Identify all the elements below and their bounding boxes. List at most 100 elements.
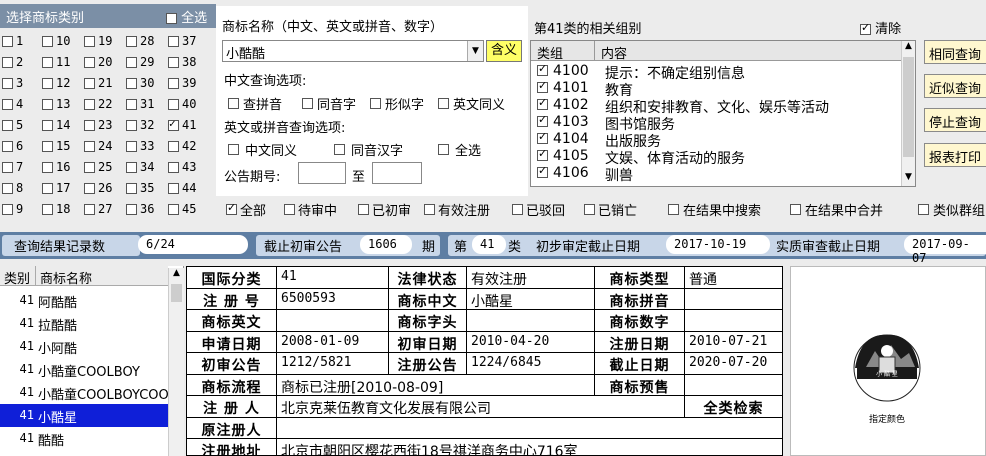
group-row-checkbox[interactable] — [537, 164, 548, 178]
status-filter-checkbox[interactable]: 有效注册 — [424, 200, 490, 219]
group-row[interactable]: 4100提示：不确定组别信息 — [531, 62, 903, 82]
issue-to-input[interactable] — [372, 162, 422, 184]
status-filter-checkbox[interactable]: 已驳回 — [512, 200, 565, 219]
similar-search-button[interactable]: 近似查询 — [924, 74, 986, 98]
category-13-checkbox[interactable]: 13 — [42, 97, 70, 111]
category-39-checkbox[interactable]: 39 — [168, 76, 196, 90]
category-11-checkbox[interactable]: 11 — [42, 55, 70, 69]
scroll-up-icon[interactable]: ▲ — [169, 268, 184, 282]
category-6-checkbox[interactable]: 6 — [2, 139, 23, 153]
group-row-checkbox[interactable] — [537, 130, 548, 144]
category-18-checkbox[interactable]: 18 — [42, 202, 70, 216]
result-row[interactable]: 41 阿酷酷 — [0, 289, 168, 312]
category-20-checkbox[interactable]: 20 — [84, 55, 112, 69]
chinese-option-checkbox[interactable]: 英文同义 — [438, 94, 505, 113]
status-filter-checkbox[interactable]: 已销亡 — [584, 200, 637, 219]
category-19-checkbox[interactable]: 19 — [84, 34, 112, 48]
category-22-checkbox[interactable]: 22 — [84, 97, 112, 111]
scroll-down-icon[interactable]: ▼ — [902, 172, 915, 186]
result-scrollbar[interactable]: ▲ — [168, 268, 184, 456]
category-2-checkbox[interactable]: 2 — [2, 55, 23, 69]
category-14-checkbox[interactable]: 14 — [42, 118, 70, 132]
category-28-checkbox[interactable]: 28 — [126, 34, 154, 48]
english-option-checkbox[interactable]: 全选 — [438, 140, 481, 159]
group-row-checkbox[interactable] — [537, 62, 548, 76]
scroll-up-icon[interactable]: ▲ — [902, 41, 915, 55]
extra-filter-checkbox[interactable]: 在结果中搜索 — [668, 200, 761, 219]
print-report-button[interactable]: 报表打印 — [924, 143, 986, 167]
english-option-checkbox[interactable]: 同音汉字 — [334, 140, 403, 159]
group-row[interactable]: 4106 驯兽 — [531, 164, 903, 184]
group-row-checkbox[interactable] — [537, 147, 548, 161]
same-search-button[interactable]: 相同查询 — [924, 40, 986, 64]
category-23-checkbox[interactable]: 23 — [84, 118, 112, 132]
result-row[interactable]: 41 小阿酷 — [0, 335, 168, 358]
category-16-checkbox[interactable]: 16 — [42, 160, 70, 174]
category-36-checkbox[interactable]: 36 — [126, 202, 154, 216]
category-40-checkbox[interactable]: 40 — [168, 97, 196, 111]
dropdown-arrow-icon[interactable]: ▼ — [467, 41, 483, 61]
group-row[interactable]: 4104出版服务 — [531, 130, 903, 150]
result-row[interactable]: 41 酷酷 — [0, 427, 168, 450]
extra-filter-checkbox[interactable]: 类似群组 — [918, 200, 985, 219]
group-row[interactable]: 4101教育 — [531, 79, 903, 99]
category-10-checkbox[interactable]: 10 — [42, 34, 70, 48]
category-15-checkbox[interactable]: 15 — [42, 139, 70, 153]
chinese-option-checkbox[interactable]: 形似字 — [370, 94, 424, 113]
category-34-checkbox[interactable]: 34 — [126, 160, 154, 174]
category-38-checkbox[interactable]: 38 — [168, 55, 196, 69]
category-21-checkbox[interactable]: 21 — [84, 76, 112, 90]
category-44-checkbox[interactable]: 44 — [168, 181, 196, 195]
category-45-checkbox[interactable]: 45 — [168, 202, 196, 216]
category-42-checkbox[interactable]: 42 — [168, 139, 196, 153]
status-filter-checkbox[interactable]: 待审中 — [284, 200, 337, 219]
category-12-checkbox[interactable]: 12 — [42, 76, 70, 90]
result-row[interactable]: 41 小酷童COOLBOYCOOLBOY — [0, 381, 168, 404]
full-class-search-button[interactable]: 全类检索 — [685, 396, 783, 418]
category-30-checkbox[interactable]: 30 — [126, 76, 154, 90]
category-24-checkbox[interactable]: 24 — [84, 139, 112, 153]
category-27-checkbox[interactable]: 27 — [84, 202, 112, 216]
group-row-checkbox[interactable] — [537, 96, 548, 110]
trademark-name-input[interactable]: 小酷酷 ▼ — [222, 40, 484, 62]
group-row[interactable]: 4105文娱、体育活动的服务 — [531, 147, 903, 167]
group-row-checkbox[interactable] — [537, 79, 548, 93]
group-row[interactable]: 4102组织和安排教育、文化、娱乐等活动 — [531, 96, 903, 116]
category-43-checkbox[interactable]: 43 — [168, 160, 196, 174]
scroll-thumb[interactable] — [171, 284, 182, 302]
category-9-checkbox[interactable]: 9 — [2, 202, 23, 216]
status-filter-checkbox[interactable]: 已初审 — [358, 200, 411, 219]
chinese-option-checkbox[interactable]: 查拼音 — [228, 94, 282, 113]
category-33-checkbox[interactable]: 33 — [126, 139, 154, 153]
category-32-checkbox[interactable]: 32 — [126, 118, 154, 132]
stop-search-button[interactable]: 停止查询 — [924, 108, 986, 132]
result-row[interactable]: 41 拉酷酷 — [0, 312, 168, 335]
issue-from-input[interactable] — [298, 162, 346, 184]
result-row[interactable]: 41 小酷童COOLBOY — [0, 358, 168, 381]
category-37-checkbox[interactable]: 37 — [168, 34, 196, 48]
clear-groups[interactable]: 清除 — [860, 18, 901, 37]
extra-filter-checkbox[interactable]: 在结果中合并 — [790, 200, 883, 219]
english-option-checkbox[interactable]: 中文同义 — [228, 140, 297, 159]
category-7-checkbox[interactable]: 7 — [2, 160, 23, 174]
category-26-checkbox[interactable]: 26 — [84, 181, 112, 195]
category-3-checkbox[interactable]: 3 — [2, 76, 23, 90]
category-25-checkbox[interactable]: 25 — [84, 160, 112, 174]
group-row-checkbox[interactable] — [537, 113, 548, 127]
category-35-checkbox[interactable]: 35 — [126, 181, 154, 195]
status-filter-checkbox[interactable]: 全部 — [226, 200, 266, 219]
category-1-checkbox[interactable]: 1 — [2, 34, 23, 48]
category-5-checkbox[interactable]: 5 — [2, 118, 23, 132]
category-4-checkbox[interactable]: 4 — [2, 97, 23, 111]
result-row[interactable]: 41 小酷星 — [0, 404, 168, 427]
meaning-button[interactable]: 含义 — [486, 40, 522, 62]
category-29-checkbox[interactable]: 29 — [126, 55, 154, 69]
group-row[interactable]: 4103图书馆服务 — [531, 113, 903, 133]
scroll-thumb[interactable] — [903, 57, 914, 157]
category-31-checkbox[interactable]: 31 — [126, 97, 154, 111]
category-41-checkbox[interactable]: 41 — [168, 117, 196, 132]
category-17-checkbox[interactable]: 17 — [42, 181, 70, 195]
group-scrollbar[interactable]: ▲ ▼ — [901, 41, 915, 186]
category-8-checkbox[interactable]: 8 — [2, 181, 23, 195]
chinese-option-checkbox[interactable]: 同音字 — [302, 94, 356, 113]
